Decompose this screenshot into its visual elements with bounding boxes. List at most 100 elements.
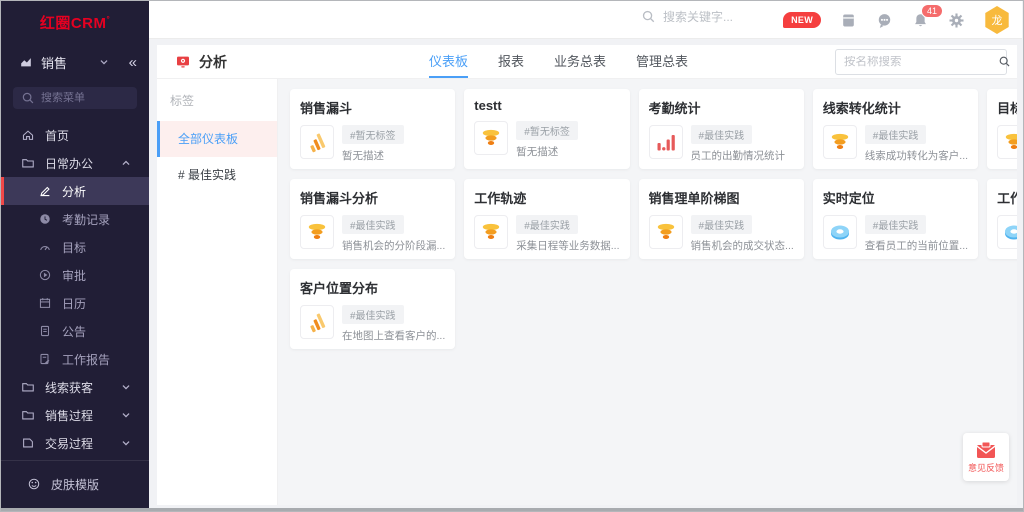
dashboard-card[interactable]: 实时定位#最佳实践查看员工的当前位置... [813, 179, 978, 259]
sidebar-item-label: 目标 [62, 239, 86, 256]
card-description: 暂无描述 [516, 144, 578, 159]
sidebar-item-approval[interactable]: 审批 [1, 261, 149, 289]
sidebar-item-deal-process[interactable]: 交易过程 [1, 429, 149, 457]
sidebar-item-target[interactable]: 目标 [1, 233, 149, 261]
global-search[interactable] [641, 9, 793, 24]
new-badge[interactable]: NEW [783, 12, 821, 28]
envelope-icon [976, 441, 996, 459]
notification-count-badge: 41 [921, 4, 943, 18]
tag-filter-all-dashboards[interactable]: 全部仪表板 [157, 121, 277, 157]
card-body: #最佳实践在地图上查看客户的... [300, 305, 445, 343]
card-tag-badge: #最佳实践 [691, 125, 753, 144]
sidebar-item-analysis[interactable]: 分析 [1, 177, 149, 205]
skin-icon [27, 477, 41, 491]
dashboard-card[interactable]: 客户位置分布#最佳实践在地图上查看客户的... [290, 269, 455, 349]
sidebar-item-label: 分析 [62, 183, 86, 200]
card-title: 销售漏斗分析 [300, 188, 445, 207]
tag-list: 全部仪表板# 最佳实践 [157, 121, 277, 193]
dashboard-card[interactable]: testt#暂无标签暂无描述 [464, 89, 629, 169]
card-body: #最佳实践查看员工的当前位置... [823, 215, 968, 253]
workspace-chart-icon [19, 55, 33, 69]
sidebar-item-calendar[interactable]: 日历 [1, 289, 149, 317]
notifications-button[interactable]: 41 [912, 12, 929, 29]
gear-icon [948, 12, 965, 29]
sidebar: 红圈CRM° 销售 « 首页日常办公分析考勤记录目标审批日历公告工作报告线索获客… [1, 1, 149, 510]
calendar-icon [38, 296, 52, 310]
tags-panel-header: 标签 [157, 79, 277, 121]
sidebar-item-skin-template[interactable]: 皮肤模版 [1, 474, 149, 494]
bar-chart-red-icon [653, 129, 679, 155]
dashboard-card[interactable]: 考勤统计#最佳实践员工的出勤情况统计 [639, 89, 804, 169]
card-tag-badge: #暂无标签 [516, 121, 578, 140]
tab-management-summary[interactable]: 管理总表 [636, 45, 688, 78]
dashboard-card[interactable]: 销售漏斗#暂无标签暂无描述 [290, 89, 455, 169]
folder-icon [21, 156, 35, 170]
dashboard-card[interactable]: 线索转化统计 #最佳实践线索成功转化为客户... [813, 89, 978, 169]
dashboard-search[interactable] [835, 49, 1007, 75]
card-tag-badge: #最佳实践 [342, 215, 404, 234]
announcement-icon [38, 324, 52, 338]
bars-3d-orange-icon [304, 129, 330, 155]
card-meta: #最佳实践线索成功转化为客户... [865, 125, 968, 163]
funnel-3d-orange-icon [653, 219, 679, 245]
tab-business-summary[interactable]: 业务总表 [554, 45, 606, 78]
topbar: NEW 41 龙 [149, 1, 1022, 39]
global-search-input[interactable] [663, 10, 793, 24]
sidebar-item-label: 审批 [62, 267, 86, 284]
dashboard-card[interactable]: 工作报告统计#最佳实践员工的日报、周报和... [987, 179, 1017, 259]
sidebar-menu: 首页日常办公分析考勤记录目标审批日历公告工作报告线索获客销售过程交易过程 [1, 121, 149, 457]
analysis-icon [38, 184, 52, 198]
card-meta: #暂无标签暂无描述 [342, 125, 404, 163]
sidebar-footer: 皮肤模版 [1, 460, 149, 504]
sidebar-item-label: 首页 [45, 127, 69, 144]
sidebar-item-attendance[interactable]: 考勤记录 [1, 205, 149, 233]
card-thumbnail [823, 125, 857, 159]
sidebar-search-input[interactable] [41, 92, 131, 104]
dashboard-card[interactable]: 销售理单阶梯图#最佳实践销售机会的成交状态... [639, 179, 804, 259]
sidebar-item-leads[interactable]: 线索获客 [1, 373, 149, 401]
card-tag-badge: #最佳实践 [691, 215, 753, 234]
sidebar-item-announcement[interactable]: 公告 [1, 317, 149, 345]
sidebar-item-home[interactable]: 首页 [1, 121, 149, 149]
card-description: 销售机会的成交状态... [691, 238, 794, 253]
card-description: 暂无描述 [342, 148, 404, 163]
page-title-wrap: 分析 [157, 52, 429, 72]
content-body: 标签 全部仪表板# 最佳实践 销售漏斗#暂无标签暂无描述testt#暂无标签暂无… [157, 79, 1017, 505]
search-icon [641, 9, 656, 24]
dashboard-card[interactable]: 销售漏斗分析 #最佳实践销售机会的分阶段漏... [290, 179, 455, 259]
avatar[interactable]: 龙 [984, 6, 1010, 34]
card-title: 线索转化统计 [823, 98, 968, 117]
card-body: #最佳实践销售机会的分阶段漏... [300, 215, 445, 253]
dashboard-card[interactable]: 工作轨迹#最佳实践采集日程等业务数据... [464, 179, 629, 259]
sidebar-item-sales-process[interactable]: 销售过程 [1, 401, 149, 429]
card-tag-badge: #最佳实践 [516, 215, 578, 234]
settings-button[interactable] [948, 12, 965, 29]
feedback-label: 意见反馈 [968, 461, 1004, 474]
folder-icon [21, 408, 35, 422]
card-meta: #最佳实践销售机会的成交状态... [691, 215, 794, 253]
page-title: 分析 [199, 52, 227, 72]
dashboard-search-input[interactable] [844, 56, 998, 68]
approval-icon [38, 268, 52, 282]
dashboard-card[interactable]: 目标完成统计#最佳实践员工、部门或其他业... [987, 89, 1017, 169]
tab-dashboard[interactable]: 仪表板 [429, 45, 468, 78]
content-header: 分析 仪表板报表业务总表管理总表 [157, 45, 1017, 79]
notebook-button[interactable] [840, 12, 857, 29]
tab-reports[interactable]: 报表 [498, 45, 524, 78]
sidebar-item-work-report[interactable]: 工作报告 [1, 345, 149, 373]
card-body: #最佳实践员工的日报、周报和... [997, 215, 1017, 253]
topbar-actions: NEW 41 龙 [783, 1, 1010, 39]
sidebar-item-daily-office[interactable]: 日常办公 [1, 149, 149, 177]
collapse-sidebar-button[interactable]: « [129, 54, 137, 71]
card-tag-badge: #最佳实践 [342, 305, 404, 324]
folder2-icon [21, 436, 35, 450]
tag-filter-best-practice[interactable]: # 最佳实践 [157, 157, 277, 193]
feedback-button[interactable]: 意见反馈 [963, 433, 1009, 481]
card-body: #暂无标签暂无描述 [300, 125, 445, 163]
sidebar-item-label: 交易过程 [45, 435, 93, 452]
workspace-selector[interactable]: 销售 « [1, 49, 149, 75]
sidebar-item-label: 日历 [62, 295, 86, 312]
messages-button[interactable] [876, 12, 893, 29]
funnel-3d-orange-icon [478, 219, 504, 245]
sidebar-search[interactable] [13, 87, 137, 109]
